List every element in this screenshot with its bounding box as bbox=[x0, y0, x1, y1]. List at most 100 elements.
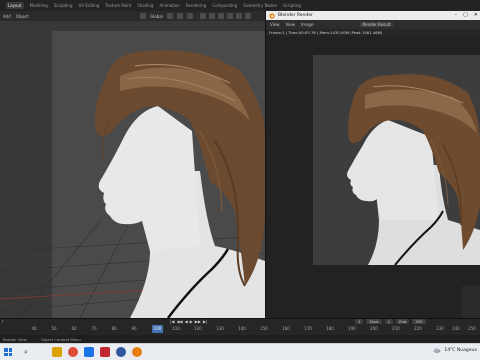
gizmo-icon[interactable] bbox=[209, 13, 215, 19]
ruler-tick: 170 bbox=[304, 326, 312, 331]
overlay-icon[interactable] bbox=[218, 13, 224, 19]
ruler-tick: 130 bbox=[216, 326, 224, 331]
playhead[interactable]: 100 bbox=[152, 325, 163, 333]
screen: Layout Modeling Sculpting UV Editing Tex… bbox=[0, 0, 480, 360]
tab-layout[interactable]: Layout bbox=[6, 2, 24, 9]
minimize-button[interactable]: – bbox=[455, 12, 458, 19]
maximize-button[interactable]: ▢ bbox=[463, 12, 468, 19]
current-frame-field[interactable]: 1 bbox=[355, 319, 364, 324]
tab-rendering[interactable]: Rendering bbox=[186, 3, 206, 8]
viewport-header: Add Object Global bbox=[0, 11, 265, 21]
viewport-scene bbox=[0, 21, 265, 318]
tab-uv-editing[interactable]: UV Editing bbox=[79, 3, 100, 8]
render-result-select[interactable]: Render Result bbox=[359, 22, 394, 27]
search-icon[interactable]: ⌕ bbox=[24, 348, 28, 356]
add-menu[interactable]: Add bbox=[3, 14, 11, 19]
end-label: End bbox=[396, 319, 410, 324]
window-controls: – ▢ ✕ bbox=[455, 12, 478, 19]
status-render-view: Render View bbox=[3, 336, 27, 342]
render-window-menubar: View View Image Render Result bbox=[266, 20, 480, 29]
render-window-titlebar[interactable]: Blender Render – ▢ ✕ bbox=[266, 11, 480, 20]
tab-geometry-nodes[interactable]: Geometry Nodes bbox=[243, 3, 277, 8]
render-image-area[interactable] bbox=[266, 36, 480, 343]
snap-icon[interactable] bbox=[176, 13, 183, 19]
ruler-tick: 50 bbox=[51, 326, 57, 331]
close-button[interactable]: ✕ bbox=[474, 12, 478, 19]
visibility-icon[interactable] bbox=[200, 13, 206, 19]
3d-viewport[interactable] bbox=[0, 21, 265, 318]
ruler-tick: 40 bbox=[31, 326, 37, 331]
chrome-icon[interactable] bbox=[68, 347, 78, 357]
render-stats: Frame:1 | Time:00:05.76 | Mem:1430.00M (… bbox=[266, 29, 480, 36]
weather-cloud-icon bbox=[433, 348, 441, 353]
render-result-image bbox=[313, 55, 480, 265]
view-menu[interactable]: View bbox=[286, 22, 296, 27]
jump-keyframe-forward-button[interactable]: ▶▶ bbox=[195, 319, 201, 324]
ruler-tick: 60 bbox=[71, 326, 77, 331]
transform-orientation-select[interactable]: Global bbox=[150, 14, 163, 19]
edge-icon[interactable] bbox=[116, 347, 126, 357]
ruler-tick: 90 bbox=[131, 326, 137, 331]
render-window: Blender Render – ▢ ✕ View View Image Ren… bbox=[265, 11, 480, 343]
ruler-tick: 200 bbox=[370, 326, 378, 331]
taskbar: ⌕ 14°C Nuageux bbox=[0, 343, 480, 360]
ruler-tick: 220 bbox=[414, 326, 422, 331]
end-frame-field[interactable]: 250 bbox=[412, 319, 426, 324]
tab-animation[interactable]: Animation bbox=[159, 3, 179, 8]
object-menu[interactable]: Object bbox=[16, 14, 29, 19]
mail-icon[interactable] bbox=[84, 347, 94, 357]
file-explorer-icon[interactable] bbox=[52, 347, 62, 357]
tab-sculpting[interactable]: Sculpting bbox=[54, 3, 73, 8]
frame-ruler[interactable]: 40 50 60 70 80 90 110 120 130 140 150 16… bbox=[0, 326, 480, 334]
ruler-tick: 160 bbox=[282, 326, 290, 331]
tab-modeling[interactable]: Modeling bbox=[30, 3, 48, 8]
jump-start-button[interactable]: |◀ bbox=[170, 319, 174, 324]
start-frame-field[interactable]: 1 bbox=[384, 319, 394, 324]
tab-shading[interactable]: Shading bbox=[137, 3, 153, 8]
pivot-icon[interactable] bbox=[166, 13, 173, 19]
ruler-tick: 190 bbox=[348, 326, 356, 331]
play-button[interactable]: ▶ bbox=[190, 319, 193, 324]
status-bar: Render View Object Context Menu bbox=[0, 335, 480, 343]
frame-range: 1 Start 1 End 250 bbox=[355, 319, 426, 324]
image-menu[interactable]: Image bbox=[301, 22, 314, 27]
ruler-tick: 210 bbox=[392, 326, 400, 331]
ruler-tick: 180 bbox=[326, 326, 334, 331]
render-portrait bbox=[313, 55, 480, 265]
ruler-tick: 140 bbox=[238, 326, 246, 331]
ruler-tick: 110 bbox=[172, 326, 180, 331]
viewport-display-icons bbox=[200, 13, 251, 19]
shading-material-icon[interactable] bbox=[245, 13, 251, 19]
playback-controls: |◀ ◀◀ ◀ ▶ ▶▶ ▶| bbox=[170, 319, 207, 324]
play-reverse-button[interactable]: ◀ bbox=[185, 319, 188, 324]
xray-icon[interactable] bbox=[227, 13, 233, 19]
app-red-icon[interactable] bbox=[100, 347, 110, 357]
timeline-menu[interactable]: r bbox=[2, 319, 4, 324]
workspace-tabs: Layout Modeling Sculpting UV Editing Tex… bbox=[0, 0, 480, 11]
blender-taskbar-icon[interactable] bbox=[132, 347, 142, 357]
ruler-tick: 70 bbox=[91, 326, 97, 331]
jump-end-button[interactable]: ▶| bbox=[203, 319, 207, 324]
shading-solid-icon[interactable] bbox=[236, 13, 242, 19]
ruler-tick: 250 bbox=[468, 326, 476, 331]
ruler-tick: 80 bbox=[111, 326, 117, 331]
ruler-tick: 230 bbox=[436, 326, 444, 331]
start-label: Start bbox=[366, 319, 382, 324]
weather-status[interactable]: 14°C Nuageux bbox=[444, 348, 477, 353]
transform-tools: Global bbox=[140, 13, 193, 19]
ruler-tick: 240 bbox=[452, 326, 460, 331]
ruler-tick: 150 bbox=[260, 326, 268, 331]
timeline: r |◀ ◀◀ ◀ ▶ ▶▶ ▶| 1 Start 1 End 250 40 5… bbox=[0, 318, 480, 335]
render-window-title: Blender Render bbox=[278, 13, 313, 18]
proportional-icon[interactable] bbox=[186, 13, 193, 19]
editor-type-menu[interactable]: View bbox=[270, 22, 280, 27]
jump-keyframe-back-button[interactable]: ◀◀ bbox=[176, 319, 182, 324]
status-context-menu: Object Context Menu bbox=[40, 336, 81, 342]
orientation-icon[interactable] bbox=[140, 13, 146, 19]
windows-start-icon[interactable] bbox=[4, 348, 12, 356]
system-tray: 14°C Nuageux bbox=[433, 346, 477, 354]
tab-texture-paint[interactable]: Texture Paint bbox=[105, 3, 131, 8]
tab-compositing[interactable]: Compositing bbox=[212, 3, 237, 8]
ruler-tick: 120 bbox=[194, 326, 202, 331]
tab-scripting[interactable]: Scripting bbox=[283, 3, 301, 8]
